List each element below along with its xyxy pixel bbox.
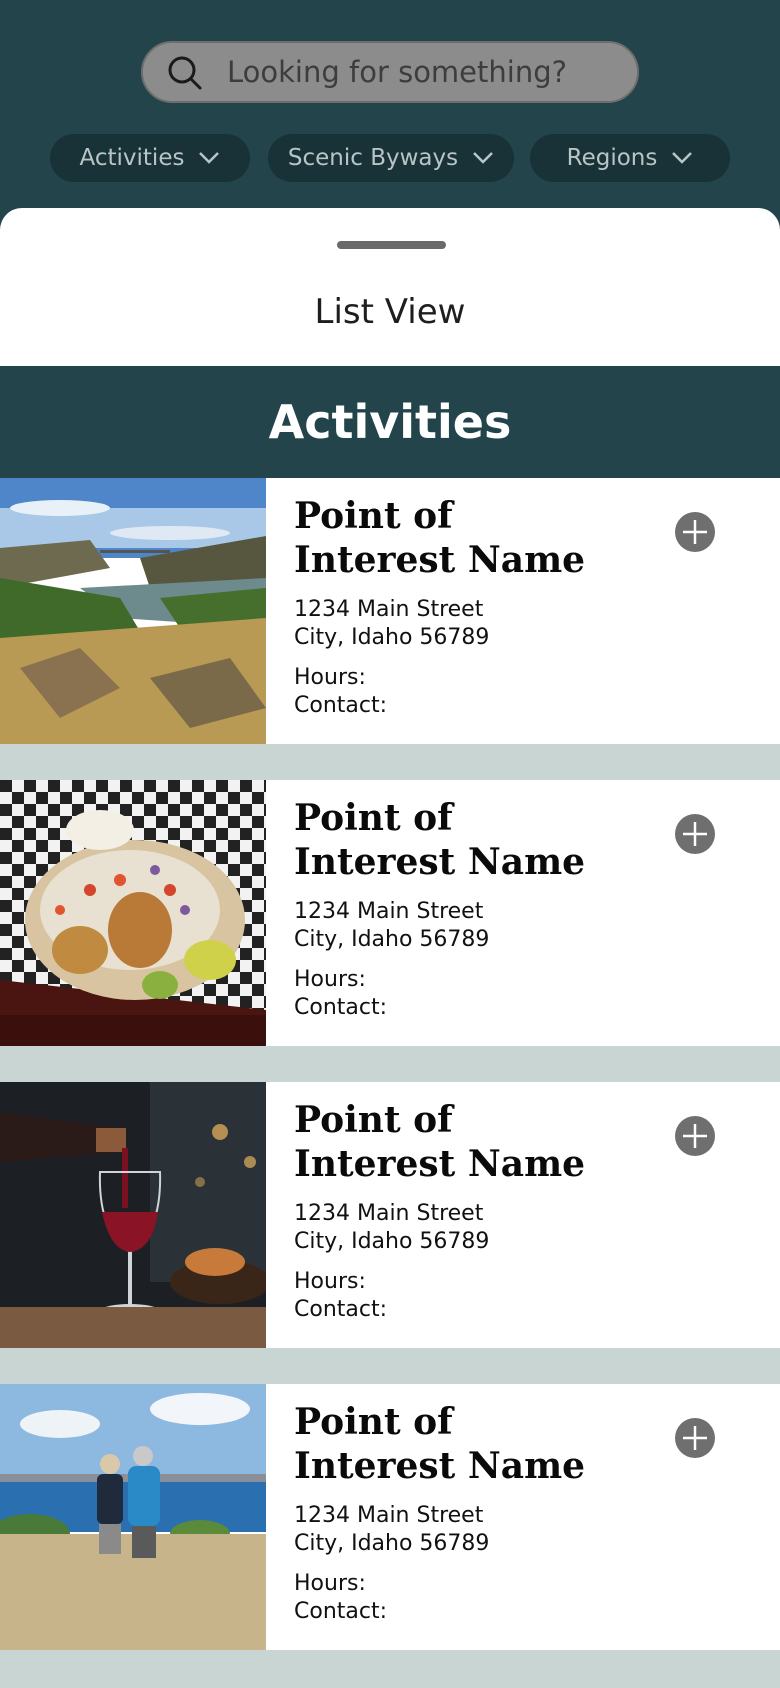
contact-label: Contact: xyxy=(294,693,388,718)
top-bar: Activities Scenic Byways Regions xyxy=(0,0,780,240)
add-button[interactable] xyxy=(675,814,715,854)
add-button[interactable] xyxy=(675,1116,715,1156)
contact-label: Contact: xyxy=(294,1297,388,1322)
address-line-2: City, Idaho 56789 xyxy=(294,1229,490,1254)
address-line-1: 1234 Main Street xyxy=(294,899,484,924)
poi-image-canyon xyxy=(0,478,266,744)
plus-icon xyxy=(683,1124,707,1148)
poi-card[interactable]: Point of Interest Name 1234 Main Street … xyxy=(0,780,780,1046)
poi-name[interactable]: Point of Interest Name xyxy=(294,1098,624,1186)
address-line-2: City, Idaho 56789 xyxy=(294,1531,490,1556)
filter-regions[interactable]: Regions xyxy=(530,134,730,182)
poi-name[interactable]: Point of Interest Name xyxy=(294,494,624,582)
poi-address: 1234 Main Street City, Idaho 56789 xyxy=(294,1502,489,1558)
address-line-1: 1234 Main Street xyxy=(294,1503,484,1528)
poi-name[interactable]: Point of Interest Name xyxy=(294,796,624,884)
plus-icon xyxy=(683,1426,707,1450)
search-icon xyxy=(168,56,202,90)
filter-label: Activities xyxy=(79,145,185,171)
drag-handle[interactable] xyxy=(337,241,446,249)
poi-address: 1234 Main Street City, Idaho 56789 xyxy=(294,1200,489,1256)
sheet-title: List View xyxy=(314,292,466,332)
poi-image-wine xyxy=(0,1082,266,1348)
contact-label: Contact: xyxy=(294,995,388,1020)
address-line-2: City, Idaho 56789 xyxy=(294,927,490,952)
hours-label: Hours: xyxy=(294,967,366,992)
poi-name[interactable]: Point of Interest Name xyxy=(294,1400,624,1488)
poi-meta: Hours: Contact: xyxy=(294,664,387,720)
section-title: Activities xyxy=(0,366,780,478)
add-button[interactable] xyxy=(675,512,715,552)
search-bar[interactable] xyxy=(141,41,639,103)
filter-label: Regions xyxy=(566,145,658,171)
hours-label: Hours: xyxy=(294,1269,366,1294)
address-line-1: 1234 Main Street xyxy=(294,1201,484,1226)
address-line-2: City, Idaho 56789 xyxy=(294,625,490,650)
poi-meta: Hours: Contact: xyxy=(294,1268,387,1324)
list-sheet: List View xyxy=(0,208,780,368)
add-button[interactable] xyxy=(675,1418,715,1458)
poi-card[interactable]: Point of Interest Name 1234 Main Street … xyxy=(0,1384,780,1650)
filter-activities[interactable]: Activities xyxy=(50,134,250,182)
chevron-down-icon xyxy=(473,152,493,164)
poi-meta: Hours: Contact: xyxy=(294,1570,387,1626)
contact-label: Contact: xyxy=(294,1599,388,1624)
chevron-down-icon xyxy=(672,152,693,164)
poi-card[interactable]: Point of Interest Name 1234 Main Street … xyxy=(0,478,780,744)
poi-address: 1234 Main Street City, Idaho 56789 xyxy=(294,898,489,954)
poi-card[interactable]: Point of Interest Name 1234 Main Street … xyxy=(0,1082,780,1348)
filter-label: Scenic Byways xyxy=(287,145,459,171)
poi-image-couple xyxy=(0,1384,266,1650)
filter-scenic-byways[interactable]: Scenic Byways xyxy=(268,134,514,182)
hours-label: Hours: xyxy=(294,665,366,690)
address-line-1: 1234 Main Street xyxy=(294,597,484,622)
search-input[interactable] xyxy=(227,43,627,101)
plus-icon xyxy=(683,822,707,846)
plus-icon xyxy=(683,520,707,544)
poi-address: 1234 Main Street City, Idaho 56789 xyxy=(294,596,489,652)
chevron-down-icon xyxy=(199,152,220,164)
poi-meta: Hours: Contact: xyxy=(294,966,387,1022)
poi-image-tacos xyxy=(0,780,266,1046)
hours-label: Hours: xyxy=(294,1571,366,1596)
